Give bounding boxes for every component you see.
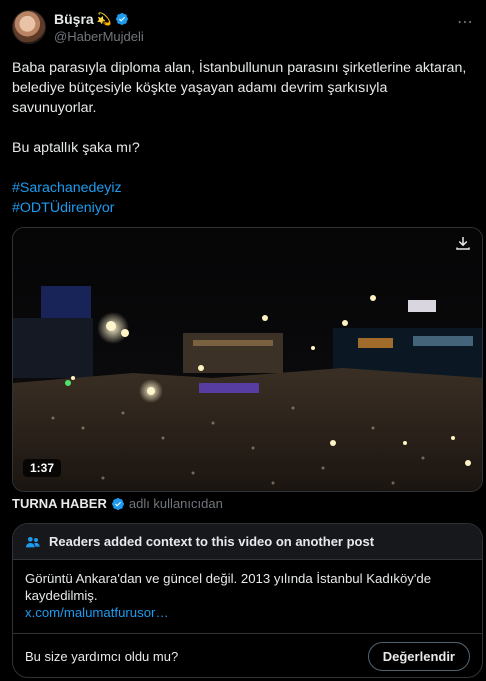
community-note-text: Görüntü Ankara'dan ve güncel değil. 2013… bbox=[25, 571, 432, 603]
tweet-text: Baba parasıyla diploma alan, İstanbullun… bbox=[12, 58, 474, 218]
download-icon[interactable] bbox=[454, 234, 472, 252]
hashtag-link[interactable]: #ODTÜdireniyor bbox=[12, 198, 474, 218]
tweet-paragraph-2: Bu aptallık şaka mı? bbox=[12, 140, 140, 156]
community-note-link[interactable]: x.com/malumatfurusor… bbox=[25, 604, 470, 621]
tweet-paragraph-1: Baba parasıyla diploma alan, İstanbullun… bbox=[12, 60, 467, 116]
author-handle[interactable]: @HaberMujdeli bbox=[54, 29, 144, 44]
verified-badge-icon bbox=[111, 497, 124, 510]
video-player[interactable]: 1:37 bbox=[12, 227, 483, 492]
community-note-title: Readers added context to this video on a… bbox=[49, 534, 375, 549]
community-note-footer: Bu size yardımcı oldu mu? Değerlendir bbox=[13, 633, 482, 677]
video-frame bbox=[13, 228, 482, 491]
video-duration: 1:37 bbox=[23, 459, 62, 477]
rate-button[interactable]: Değerlendir bbox=[367, 642, 470, 671]
tweet-header: Büşra 💫 @HaberMujdeli ⋯ bbox=[12, 10, 474, 46]
helpful-question: Bu size yardımcı oldu mu? bbox=[25, 649, 179, 664]
author-name-row[interactable]: Büşra 💫 bbox=[54, 10, 144, 28]
community-note: Readers added context to this video on a… bbox=[12, 523, 483, 678]
avatar[interactable] bbox=[12, 10, 46, 44]
more-options-icon[interactable]: ⋯ bbox=[457, 12, 474, 32]
community-note-body: Görüntü Ankara'dan ve güncel değil. 2013… bbox=[13, 560, 482, 633]
video-source[interactable]: TURNA HABER adlı kullanıcıdan bbox=[12, 496, 223, 511]
community-note-header: Readers added context to this video on a… bbox=[13, 524, 482, 560]
people-icon bbox=[26, 536, 40, 547]
source-suffix: adlı kullanıcıdan bbox=[128, 496, 223, 511]
verified-badge-icon bbox=[115, 13, 128, 25]
hashtag-link[interactable]: #Sarachanedeyiz bbox=[12, 178, 474, 198]
author-info: Büşra 💫 @HaberMujdeli bbox=[54, 10, 144, 44]
author-name[interactable]: Büşra bbox=[54, 11, 94, 27]
sparkle-emoji: 💫 bbox=[96, 12, 112, 26]
source-name[interactable]: TURNA HABER bbox=[12, 496, 107, 511]
